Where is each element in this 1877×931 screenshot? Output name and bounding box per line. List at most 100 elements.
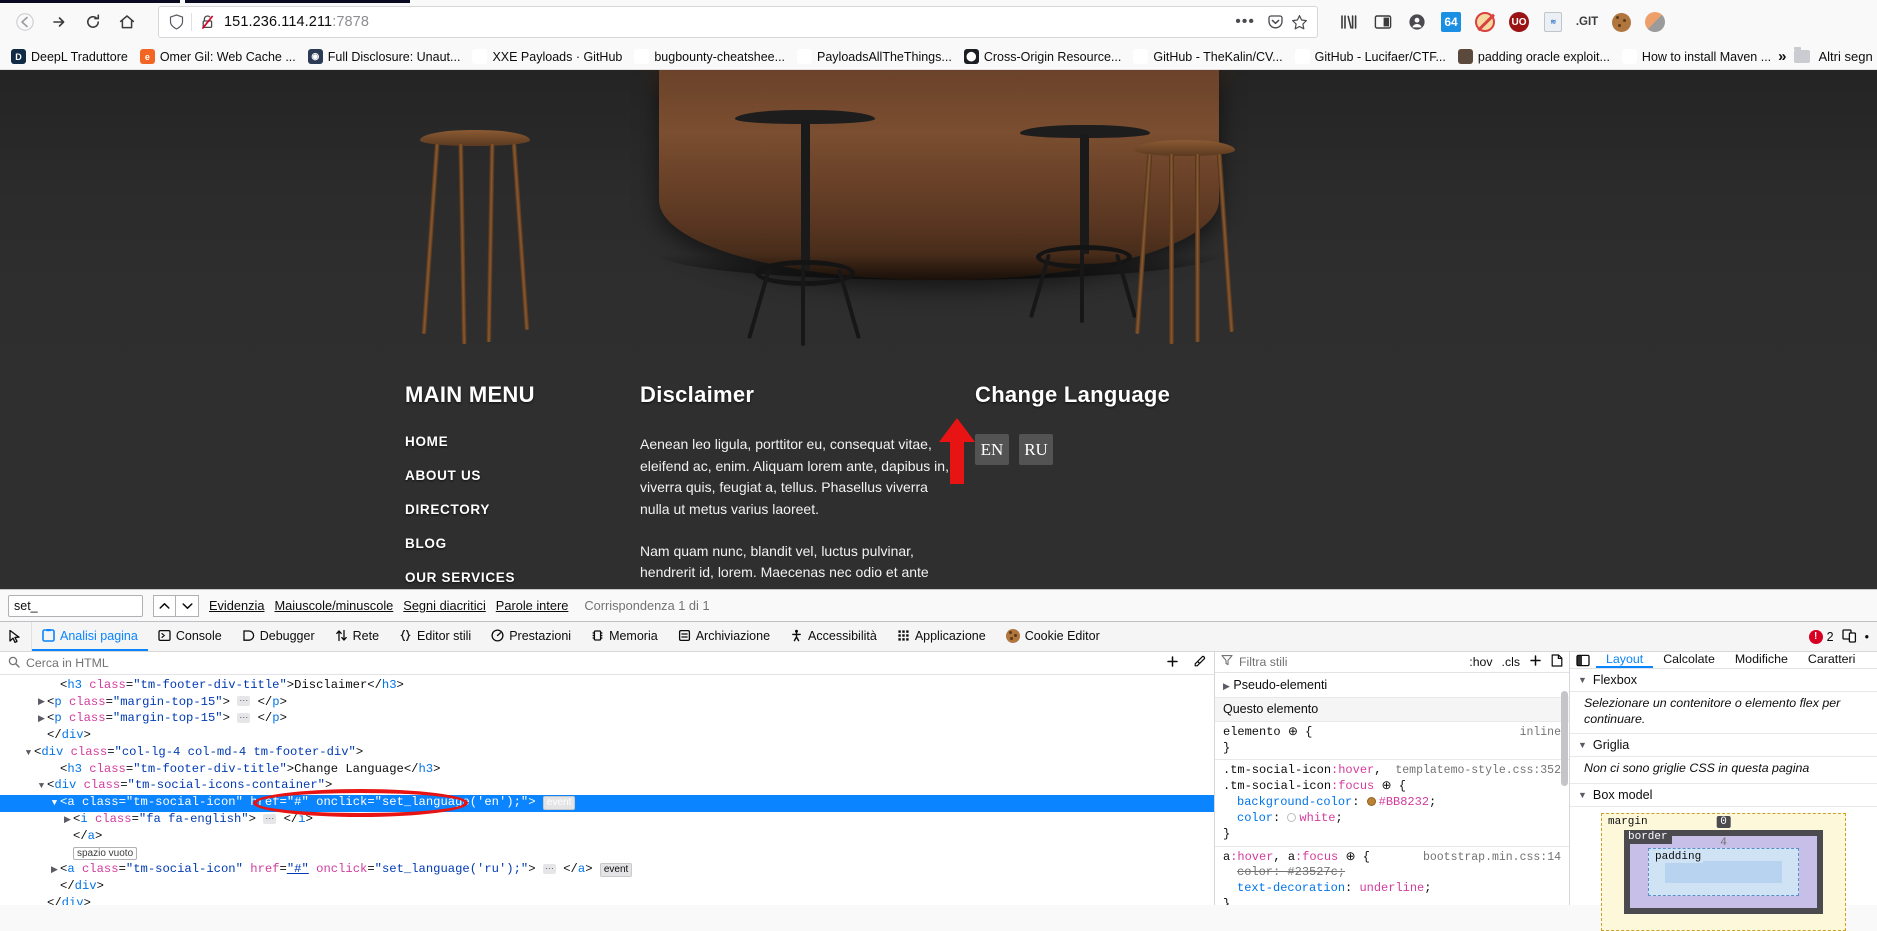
rule-declaration[interactable]: background-color: #BB8232;	[1223, 795, 1561, 811]
rule-target-icon[interactable]: ⊕	[1381, 779, 1391, 793]
tab-editor-stili[interactable]: Editor stili	[389, 622, 481, 651]
bookmark-item[interactable]: padding oracle exploit...	[1453, 47, 1615, 66]
layout-tab-caratteri[interactable]: Caratteri	[1798, 652, 1866, 668]
plus-icon[interactable]	[1166, 655, 1179, 671]
markup-twisty-icon[interactable]: ▶	[36, 714, 47, 724]
sidebar-icon[interactable]	[1368, 7, 1398, 37]
split-view-icon[interactable]	[1570, 652, 1596, 668]
footer-link-about-us[interactable]: ABOUT US	[405, 468, 640, 483]
bookmark-item[interactable]: ⬤ PayloadsAllTheThings...	[792, 47, 957, 66]
find-match-diacritics-option[interactable]: Segni diacritici	[403, 598, 486, 613]
find-previous-button[interactable]	[153, 594, 176, 617]
layout-tab-layout[interactable]: Layout	[1596, 652, 1654, 668]
page-actions-ellipsis-icon[interactable]: •••	[1227, 13, 1263, 31]
rules-list[interactable]: ▶ Pseudo-elementi Questo elemento inline el…	[1215, 672, 1569, 905]
markup-row[interactable]: ▶ <p class="margin-top-15"> ⋯ </p>	[0, 694, 1214, 711]
tab-console[interactable]: Console	[148, 622, 232, 651]
footer-link-our-services[interactable]: OUR SERVICES	[405, 570, 640, 585]
folder-icon[interactable]	[1794, 47, 1811, 63]
rule-declaration[interactable]: text-decoration: underline;	[1223, 881, 1561, 897]
rule-selector[interactable]: inline elemento ⊕ {	[1223, 725, 1561, 741]
flexbox-section-header[interactable]: ▼ Flexbox	[1570, 669, 1877, 692]
markup-twisty-icon[interactable]: ▶	[36, 697, 47, 707]
cookie-editor-icon[interactable]	[1606, 7, 1636, 37]
tab-cookie-editor[interactable]: Cookie Editor	[996, 622, 1110, 651]
bookmark-item[interactable]: ◉ Full Disclosure: Unaut...	[303, 47, 466, 66]
profile-avatar-icon[interactable]	[1640, 7, 1670, 37]
markup-row[interactable]: <h3 class="tm-footer-div-title">Disclaim…	[0, 677, 1214, 694]
markup-row[interactable]: ▼ <div class="tm-social-icons-container">	[0, 778, 1214, 795]
home-button[interactable]	[110, 5, 144, 39]
element-picker-icon[interactable]	[0, 622, 32, 651]
chevron-double-right-icon[interactable]: »	[1778, 48, 1786, 65]
tracking-protection-shield-icon[interactable]	[165, 14, 187, 30]
insecure-connection-icon[interactable]	[196, 14, 218, 30]
wappalyzer-icon[interactable]: ≋	[1538, 7, 1568, 37]
markup-tree[interactable]: <h3 class="tm-footer-div-title">Disclaim…	[0, 675, 1214, 905]
css-value[interactable]: #23527c	[1287, 865, 1337, 879]
markup-row[interactable]: ▶ <i class="fa fa-english"> ⋯ </i>	[0, 812, 1214, 829]
find-whole-words-option[interactable]: Parole intere	[496, 598, 569, 613]
forward-button[interactable]	[42, 5, 76, 39]
layout-tab-calcolate[interactable]: Calcolate	[1653, 652, 1725, 668]
markup-search-bar[interactable]: Cerca in HTML	[0, 652, 1214, 676]
chevron-right-icon[interactable]: ▶	[1223, 681, 1230, 691]
rules-scrollbar[interactable]	[1561, 690, 1568, 786]
bookmark-item[interactable]: ⬤ XXE Payloads · GitHub	[467, 47, 627, 66]
classes-button[interactable]: .cls	[1502, 655, 1520, 669]
tab-debugger[interactable]: Debugger	[232, 622, 325, 651]
bookmark-item[interactable]: D DeepL Traduttore	[6, 47, 133, 66]
rule-source[interactable]: inline	[1520, 725, 1561, 740]
markup-row[interactable]: ▶ <a class="tm-social-icon" href="#" oncl…	[0, 862, 1214, 879]
css-value[interactable]: #BB8232	[1379, 795, 1429, 809]
account-icon[interactable]	[1402, 7, 1432, 37]
markup-row[interactable]: </div>	[0, 879, 1214, 896]
git-extension-icon[interactable]: .GIT	[1572, 7, 1602, 37]
markup-row[interactable]: ▼ <div class="col-lg-4 col-md-4 tm-footer…	[0, 744, 1214, 761]
rule-declaration[interactable]: color: white;	[1223, 811, 1561, 827]
box-model-padding-top[interactable]: 4	[1720, 837, 1727, 849]
language-button-ru[interactable]: RU	[1019, 434, 1053, 465]
tab-archiviazione[interactable]: Archiviazione	[668, 622, 780, 651]
markup-row[interactable]: </div>	[0, 728, 1214, 745]
css-property[interactable]: color	[1223, 865, 1273, 879]
base64-extension-icon[interactable]: 64	[1436, 7, 1466, 37]
error-count-badge[interactable]: ! 2	[1808, 629, 1834, 644]
grid-section-header[interactable]: ▼ Griglia	[1570, 734, 1877, 757]
ublock-origin-icon[interactable]: UO	[1504, 7, 1534, 37]
bookmark-item[interactable]: ⬤ GitHub - Lucifaer/CTF...	[1290, 47, 1451, 66]
bookmark-star-icon[interactable]	[1287, 14, 1311, 31]
markup-row[interactable]: spazio vuoto	[0, 845, 1214, 862]
tab-prestazioni[interactable]: Prestazioni	[481, 622, 581, 651]
tab-analisi-pagina[interactable]: Analisi pagina	[32, 622, 148, 651]
css-value[interactable]: underline	[1359, 881, 1424, 895]
reload-button[interactable]	[76, 5, 110, 39]
markup-twisty-icon[interactable]: ▼	[36, 781, 47, 791]
markup-twisty-icon[interactable]: ▼	[23, 748, 34, 758]
devtools-options-icon[interactable]: •	[1865, 630, 1869, 644]
find-highlight-all-option[interactable]: Evidenzia	[209, 598, 265, 613]
tab-applicazione[interactable]: Applicazione	[887, 622, 996, 651]
bookmark-item[interactable]: ⬤ bugbounty-cheatshee...	[629, 47, 790, 66]
css-property[interactable]: color	[1223, 811, 1273, 825]
markup-row[interactable]: ▶ <p class="margin-top-15"> ⋯ </p>	[0, 711, 1214, 728]
tab-memoria[interactable]: Memoria	[581, 622, 668, 651]
rule-selector[interactable]: templatemo-style.css:352 .tm-social-icon:…	[1223, 763, 1561, 795]
hover-states-button[interactable]: :hov	[1469, 655, 1492, 669]
library-icon[interactable]	[1334, 7, 1364, 37]
tab-rete[interactable]: Rete	[325, 622, 389, 651]
bookmark-item[interactable]: ⬤ GitHub - TheKalin/CV...	[1128, 47, 1287, 66]
markup-twisty-icon[interactable]: ▶	[49, 865, 60, 875]
markup-row[interactable]: </a>	[0, 828, 1214, 845]
pocket-icon[interactable]	[1263, 14, 1287, 31]
footer-link-directory[interactable]: DIRECTORY	[405, 502, 640, 517]
responsive-design-mode-icon[interactable]	[1841, 628, 1857, 646]
css-property[interactable]: text-decoration	[1223, 881, 1345, 895]
markup-twisty-icon[interactable]: ▼	[49, 798, 60, 808]
eyedropper-icon[interactable]	[1193, 655, 1206, 671]
bookmark-item[interactable]: e Omer Gil: Web Cache ...	[135, 47, 301, 66]
rule-declaration[interactable]: color: #23527c;	[1223, 865, 1561, 881]
rule-target-icon[interactable]: ⊕	[1345, 850, 1355, 864]
rule-source[interactable]: bootstrap.min.css:14	[1423, 850, 1561, 865]
color-swatch[interactable]	[1287, 812, 1297, 822]
